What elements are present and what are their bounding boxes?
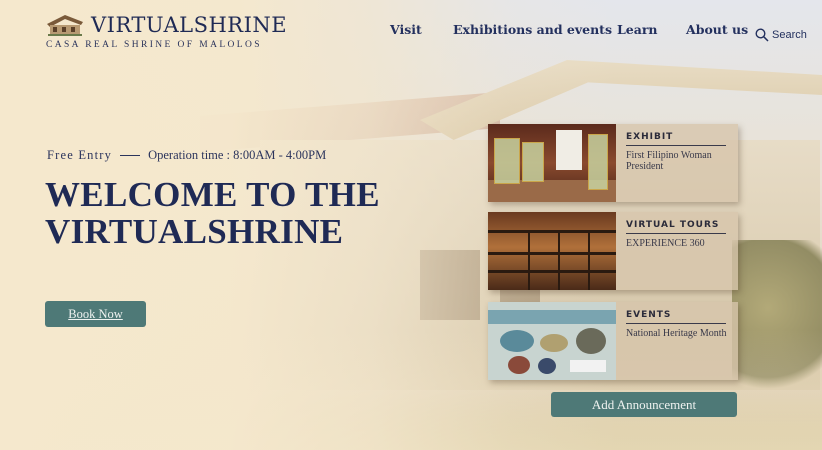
thumb-post bbox=[588, 232, 590, 290]
add-announcement-button[interactable]: Add Announcement bbox=[551, 392, 737, 417]
card-description: National Heritage Month bbox=[626, 328, 727, 339]
thumb-banner bbox=[488, 310, 616, 324]
exhibit-thumbnail bbox=[488, 124, 616, 202]
thumb-display-case bbox=[522, 142, 544, 182]
card-events[interactable]: EVENTS National Heritage Month bbox=[488, 302, 738, 380]
card-description: EXPERIENCE 360 bbox=[626, 238, 705, 249]
nav-about-us[interactable]: About us bbox=[686, 22, 748, 37]
search-label: Search bbox=[772, 29, 807, 41]
logo-subtitle: CASA REAL SHRINE OF MALOLOS bbox=[46, 40, 262, 50]
thumb-display-case bbox=[588, 134, 608, 190]
thumb-beam bbox=[488, 230, 616, 233]
thumb-photo bbox=[576, 328, 606, 354]
thumb-photo bbox=[508, 356, 530, 374]
card-label: EXHIBIT bbox=[626, 132, 726, 146]
logo-row: VIRTUALSHRINE bbox=[45, 12, 287, 38]
thumb-display-case bbox=[494, 138, 520, 184]
card-label: EVENTS bbox=[626, 310, 726, 324]
separator-dash bbox=[120, 155, 141, 156]
thumb-beam bbox=[488, 270, 616, 273]
card-info: EXHIBIT First Filipino Woman President bbox=[616, 124, 738, 202]
search-button[interactable]: Search bbox=[755, 28, 807, 42]
book-now-button[interactable]: Book Now bbox=[45, 301, 146, 327]
site-header: VIRTUALSHRINE CASA REAL SHRINE OF MALOLO… bbox=[0, 0, 822, 70]
hero-meta: Free Entry Operation time : 8:00AM - 4:0… bbox=[47, 148, 326, 163]
card-virtual-tours[interactable]: VIRTUAL TOURS EXPERIENCE 360 bbox=[488, 212, 738, 290]
card-info: VIRTUAL TOURS EXPERIENCE 360 bbox=[616, 212, 738, 290]
hero-title: WELCOME TO THE VIRTUALSHRINE bbox=[45, 175, 380, 251]
nav-learn[interactable]: Learn bbox=[617, 22, 658, 37]
thumb-doorway bbox=[556, 130, 582, 170]
thumb-photo bbox=[540, 334, 568, 352]
thumb-post bbox=[558, 232, 560, 290]
card-exhibit[interactable]: EXHIBIT First Filipino Woman President bbox=[488, 124, 738, 202]
shrine-logo-icon bbox=[47, 15, 83, 36]
logo-title: VIRTUALSHRINE bbox=[91, 13, 288, 37]
nav-visit[interactable]: Visit bbox=[390, 22, 422, 37]
thumb-badge bbox=[570, 360, 606, 372]
site-logo[interactable]: VIRTUALSHRINE CASA REAL SHRINE OF MALOLO… bbox=[45, 12, 287, 50]
thumb-photo bbox=[500, 330, 534, 352]
card-label: VIRTUAL TOURS bbox=[626, 220, 726, 234]
free-entry-text: Free Entry bbox=[47, 148, 113, 162]
thumb-photo bbox=[538, 358, 556, 374]
thumb-post bbox=[528, 232, 530, 290]
thumb-beam bbox=[488, 252, 616, 255]
nav-exhibitions-and-events[interactable]: Exhibitions and events bbox=[453, 22, 612, 37]
virtual-tour-thumbnail bbox=[488, 212, 616, 290]
operation-time-text: Operation time : 8:00AM - 4:00PM bbox=[148, 148, 327, 162]
events-thumbnail bbox=[488, 302, 616, 380]
card-description: First Filipino Woman President bbox=[626, 150, 712, 172]
card-info: EVENTS National Heritage Month bbox=[616, 302, 738, 380]
search-icon bbox=[755, 28, 769, 42]
